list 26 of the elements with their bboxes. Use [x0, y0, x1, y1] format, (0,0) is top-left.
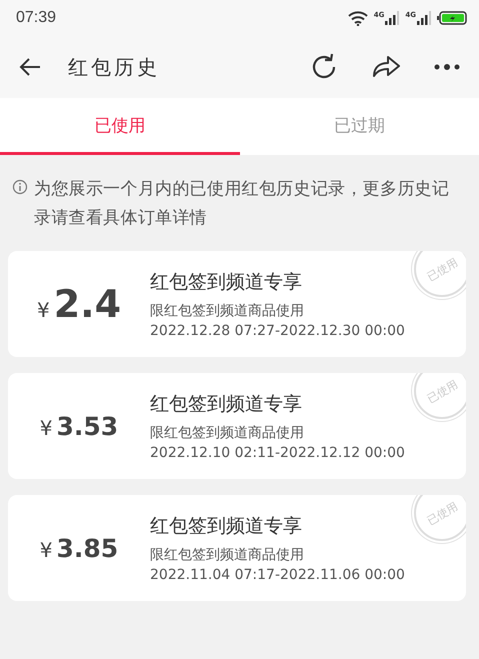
- currency-symbol: ¥: [40, 416, 53, 440]
- coupon-title: 红包签到频道专享: [150, 270, 303, 295]
- coupon-validity: 2022.11.04 07:17-2022.11.06 00:00: [150, 567, 405, 583]
- share-icon[interactable]: [371, 54, 401, 80]
- signal-icon: [417, 11, 431, 25]
- coupon-validity: 2022.12.28 07:27-2022.12.30 00:00: [150, 323, 405, 339]
- currency-symbol: ¥: [36, 298, 50, 322]
- currency-symbol: ¥: [40, 538, 53, 562]
- wifi-icon: [348, 10, 368, 26]
- clock-time: 07:39: [16, 9, 56, 27]
- battery-icon: [437, 11, 467, 25]
- signal-icon: [385, 11, 400, 25]
- page-title: 红包历史: [68, 54, 160, 80]
- coupon-scope: 限红包签到频道商品使用: [150, 302, 305, 320]
- coupon-title: 红包签到频道专享: [150, 392, 303, 417]
- notice-text: 为您展示一个月内的已使用红包历史记录，更多历史记录请查看具体订单详情: [34, 178, 450, 230]
- coupon-scope: 限红包签到频道商品使用: [150, 424, 305, 442]
- coupon-validity: 2022.12.10 02:11-2022.12.12 00:00: [150, 445, 405, 461]
- coupon-amount: 2.4: [54, 282, 122, 326]
- coupon-amount: 3.53: [56, 412, 118, 440]
- more-icon[interactable]: [433, 63, 461, 71]
- back-arrow-icon[interactable]: [18, 57, 42, 77]
- coupon-title: 红包签到频道专享: [150, 514, 303, 539]
- info-icon: [12, 179, 28, 195]
- coupon-scope: 限红包签到频道商品使用: [150, 546, 305, 564]
- coupon-amount: 3.85: [56, 534, 118, 562]
